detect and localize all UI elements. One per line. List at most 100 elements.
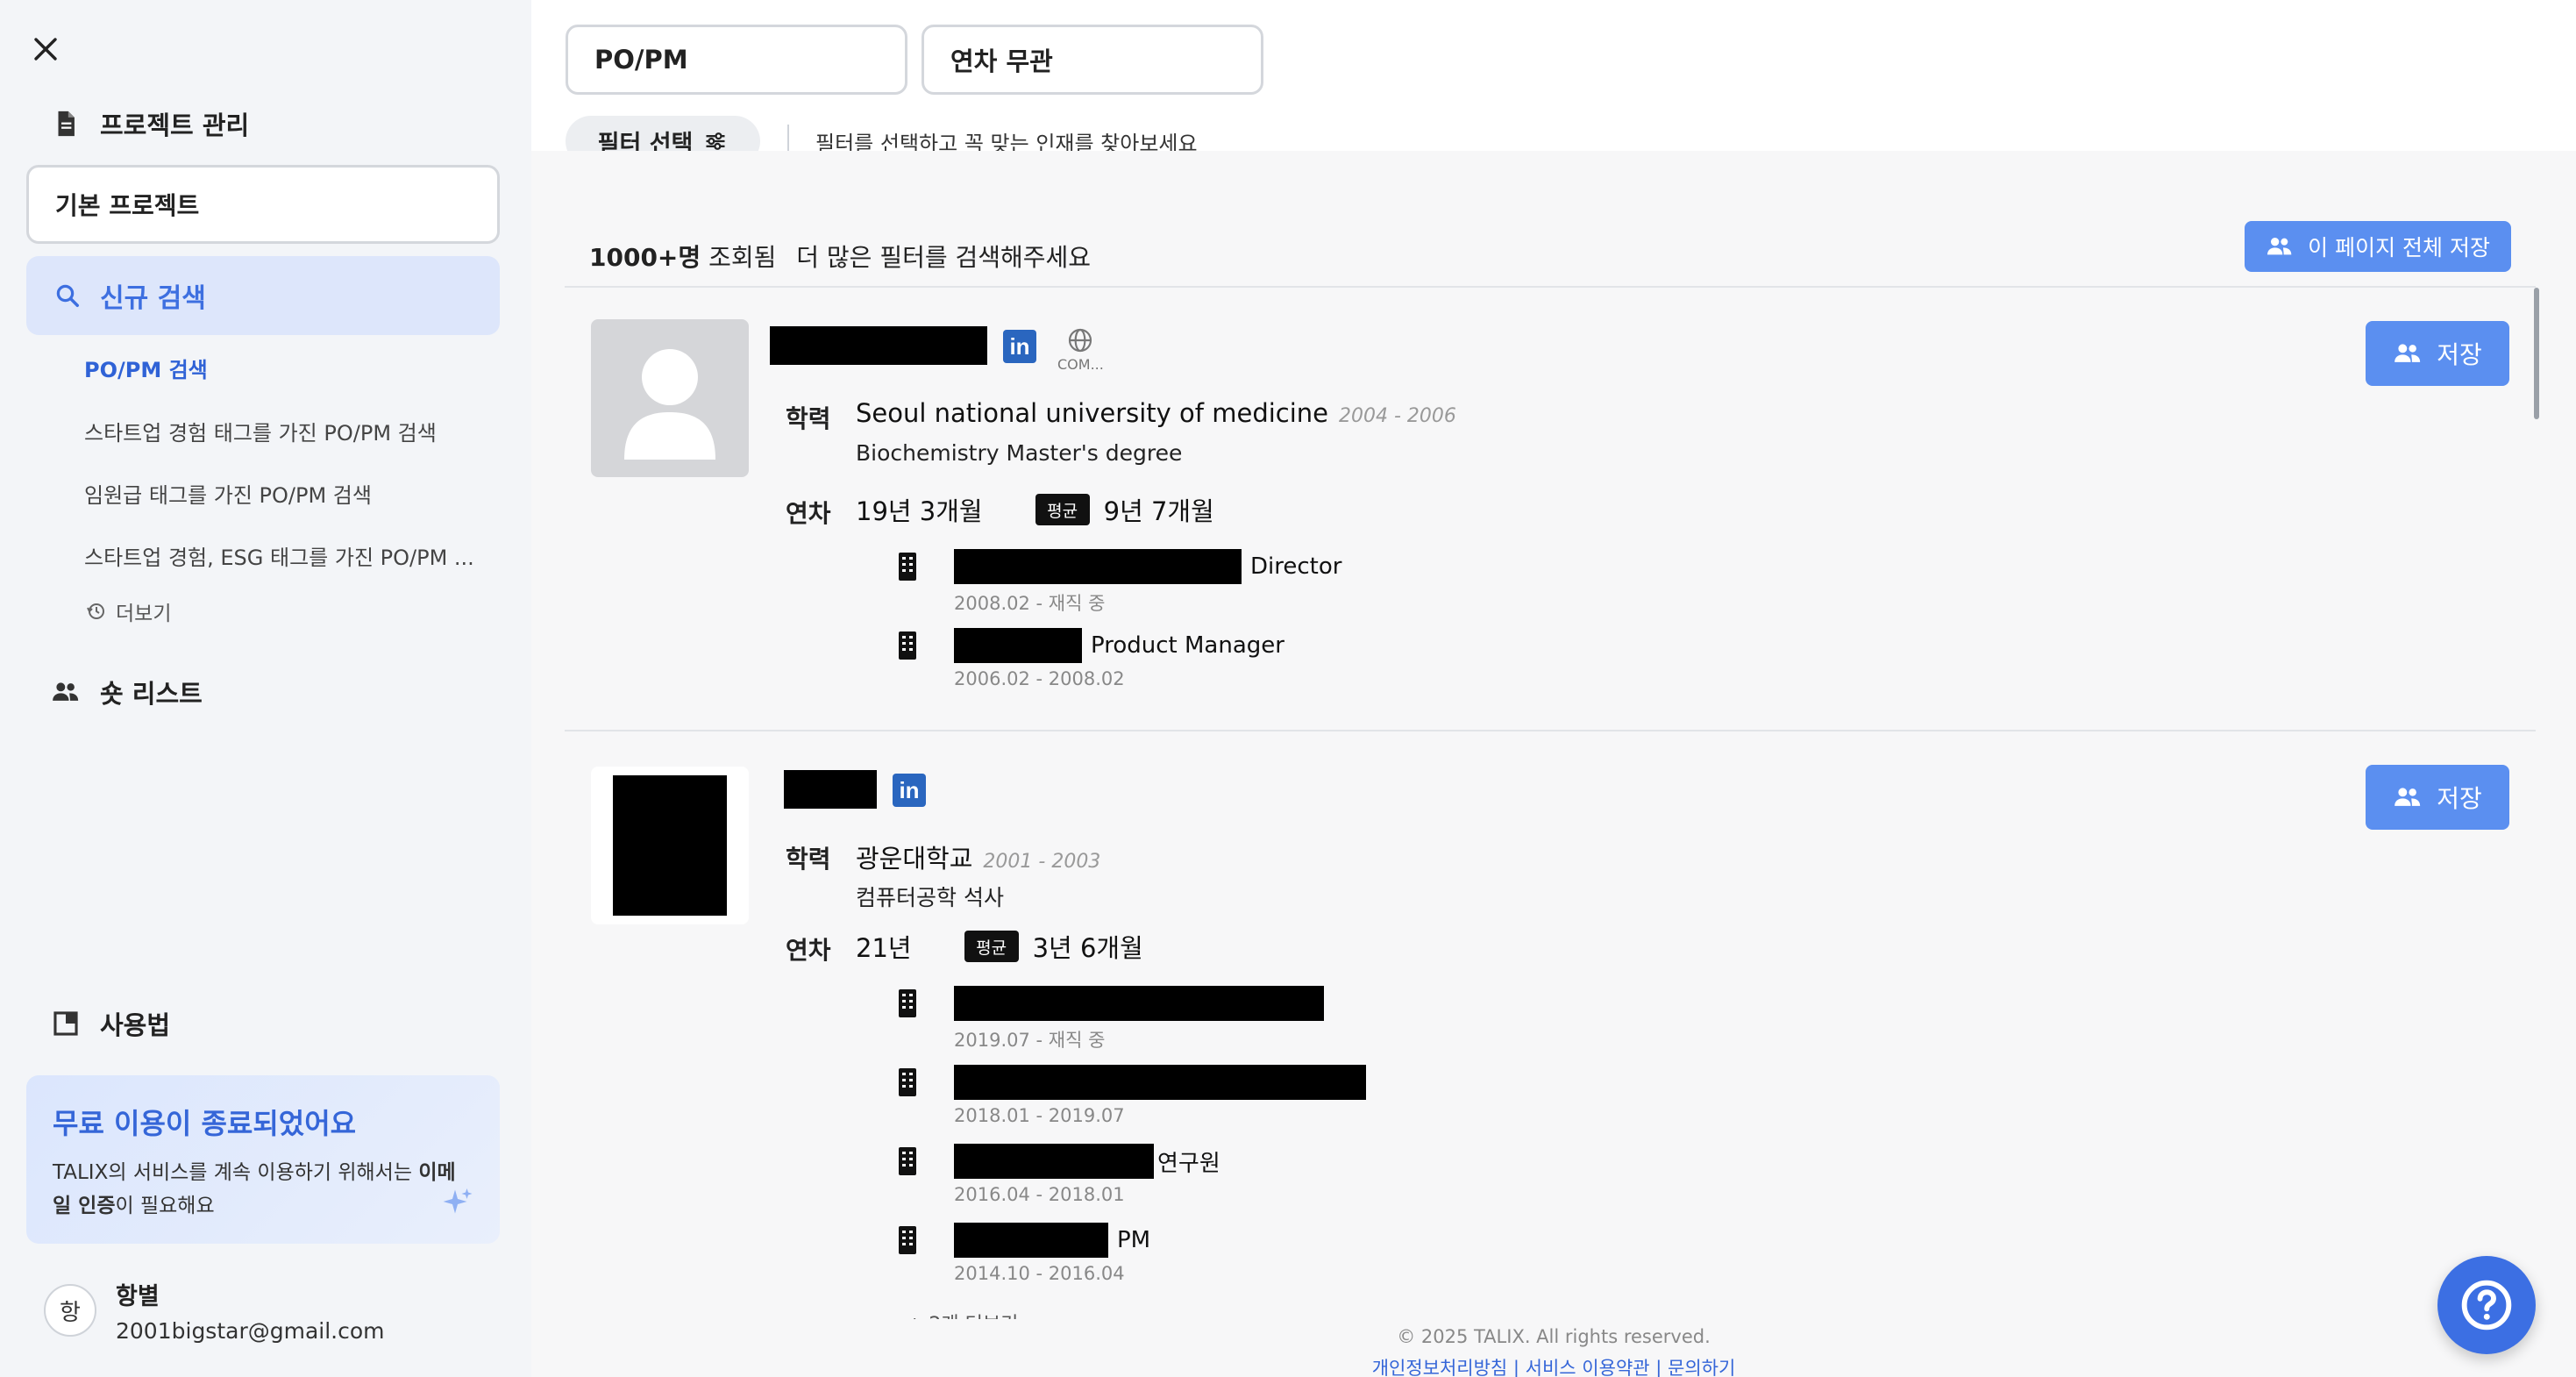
linkedin-icon[interactable]: in — [1003, 330, 1036, 363]
project-selector[interactable]: 기본 프로젝트 — [26, 165, 500, 244]
profile-placeholder-image — [591, 319, 749, 477]
building-icon — [899, 1068, 916, 1096]
education-school: 광운대학교 2001 - 2003 — [856, 844, 1101, 874]
divider — [787, 125, 789, 154]
average-tenure: 3년 6개월 — [1032, 933, 1143, 963]
job-period: 2018.01 - 2019.07 — [954, 1105, 1125, 1126]
avatar: 항 — [44, 1284, 96, 1337]
candidate-name-row: in — [784, 770, 926, 809]
job-entry: Director 2008.02 - 재직 중 — [898, 549, 1341, 616]
candidate-card[interactable]: in 학력 광운대학교 2001 - 2003 컴퓨터공학 석사 연차 21년 평… — [565, 733, 2536, 1319]
redacted-company — [954, 549, 1242, 584]
scrollbar-thumb[interactable] — [2534, 288, 2539, 419]
job-title: Director — [1250, 553, 1342, 580]
sidebar: 프로젝트 관리 기본 프로젝트 신규 검색 PO/PM 검색 스타트업 경험 태… — [0, 0, 531, 1377]
footer: © 2025 TALIX. All rights reserved. 개인정보처… — [531, 1326, 2576, 1377]
career-label: 연차 — [786, 936, 831, 965]
search-history-item[interactable]: PO/PM 검색 — [84, 353, 487, 383]
job-entry: 2019.07 - 재직 중 — [898, 986, 1324, 1052]
results-hint: 더 많은 필터를 검색해주세요 — [796, 243, 1092, 272]
results-summary: 1000+명 조회됨 더 많은 필터를 검색해주세요 — [589, 239, 1091, 274]
new-search-button[interactable]: 신규 검색 — [26, 256, 500, 335]
results-area: 1000+명 조회됨 더 많은 필터를 검색해주세요 이 페이지 전체 저장 i… — [531, 151, 2576, 1377]
more-label: 더보기 — [116, 603, 172, 625]
building-icon — [899, 631, 916, 660]
guide-header[interactable]: 사용법 — [51, 1005, 170, 1042]
profile-image — [591, 767, 749, 924]
search-icon — [56, 284, 79, 307]
promo-title: 무료 이용이 종료되었어요 — [53, 1107, 357, 1140]
search-history-item[interactable]: 스타트업 경험 태그를 가진 PO/PM 검색 — [84, 416, 487, 446]
book-icon — [53, 1011, 78, 1036]
footer-links[interactable]: 개인정보처리방침 | 서비스 이용약관 | 문의하기 — [531, 1354, 2576, 1377]
help-button[interactable] — [2437, 1256, 2536, 1354]
building-icon — [899, 1147, 916, 1175]
more-history-button[interactable]: 더보기 — [86, 596, 171, 626]
document-icon — [58, 111, 75, 137]
copyright: © 2025 TALIX. All rights reserved. — [1397, 1326, 1711, 1347]
shortlist-header[interactable]: 숏 리스트 — [51, 674, 203, 710]
user-email: 2001bigstar@gmail.com — [116, 1318, 385, 1344]
promo-banner[interactable]: 무료 이용이 종료되었어요 TALIX의 서비스를 계속 이용하기 위해서는 이… — [26, 1075, 500, 1244]
close-icon[interactable] — [26, 30, 65, 68]
average-tenure: 9년 7개월 — [1103, 496, 1214, 526]
job-title: 연구원 — [1157, 1150, 1220, 1177]
career-label: 연차 — [786, 499, 831, 528]
education-years: 2001 - 2003 — [983, 851, 1101, 873]
candidate-card[interactable]: in COM... 학력 Seoul national university o… — [565, 288, 2536, 731]
linkedin-icon[interactable]: in — [893, 774, 926, 807]
shortlist-label: 숏 리스트 — [100, 679, 203, 709]
redacted-company — [954, 986, 1324, 1021]
job-period: 2006.02 - 2008.02 — [954, 668, 1125, 689]
building-icon — [899, 1226, 916, 1254]
building-icon — [899, 553, 916, 581]
career-total: 21년 평균 3년 6개월 — [856, 928, 1143, 965]
more-jobs-link[interactable]: + 2개 더보기 — [907, 1309, 1018, 1319]
education-degree: Biochemistry Master's degree — [856, 440, 1183, 466]
history-icon — [87, 603, 104, 619]
education-years: 2004 - 2006 — [1339, 405, 1456, 427]
new-search-label: 신규 검색 — [100, 283, 206, 314]
redacted-company — [954, 1144, 1154, 1179]
candidate-list: in COM... 학력 Seoul national university o… — [565, 286, 2536, 1319]
average-badge: 평균 — [964, 931, 1019, 962]
search-history-item[interactable]: 스타트업 경험, ESG 태그를 가진 PO/PM ... — [84, 540, 487, 571]
user-name: 항별 — [116, 1283, 160, 1310]
globe-icon — [1069, 328, 1092, 353]
redacted-name — [784, 770, 877, 809]
career-total: 19년 3개월 평균 9년 7개월 — [856, 491, 1214, 528]
education-school: Seoul national university of medicine 200… — [856, 398, 1456, 428]
website-link[interactable]: COM... — [1057, 326, 1104, 373]
save-all-label: 이 페이지 전체 저장 — [2308, 235, 2490, 260]
people-icon — [2395, 788, 2421, 806]
sliders-icon — [706, 132, 725, 150]
redacted-company — [954, 628, 1082, 663]
promo-description: TALIX의 서비스를 계속 이용하기 위해서는 이메일 인증이 필요해요 — [53, 1161, 456, 1217]
job-entry: Product Manager 2006.02 - 2008.02 — [898, 628, 1284, 689]
education-label: 학력 — [786, 845, 831, 874]
redacted-name — [770, 326, 987, 365]
save-label: 저장 — [2437, 784, 2482, 813]
experience-filter-input[interactable]: 연차 무관 — [922, 25, 1263, 95]
redacted-company — [954, 1065, 1366, 1100]
people-icon — [2267, 238, 2292, 255]
save-candidate-button[interactable]: 저장 — [2366, 765, 2509, 830]
question-icon — [2461, 1280, 2512, 1331]
job-period: 2016.04 - 2018.01 — [954, 1184, 1125, 1205]
results-count: 1000+명 — [589, 243, 701, 272]
search-history-item[interactable]: 임원급 태그를 가진 PO/PM 검색 — [84, 478, 487, 509]
save-candidate-button[interactable]: 저장 — [2366, 321, 2509, 386]
save-label: 저장 — [2437, 340, 2482, 369]
education-label: 학력 — [786, 404, 831, 433]
job-entry: PM 2014.10 - 2016.04 — [898, 1223, 1150, 1284]
project-manage-header[interactable]: 프로젝트 관리 — [51, 105, 249, 142]
job-entry: 2018.01 - 2019.07 — [898, 1065, 1366, 1126]
user-profile[interactable]: 항 항별 2001bigstar@gmail.com — [44, 1277, 385, 1344]
save-all-button[interactable]: 이 페이지 전체 저장 — [2245, 221, 2511, 272]
project-manage-label: 프로젝트 관리 — [100, 111, 250, 140]
job-title: Product Manager — [1091, 632, 1284, 659]
role-filter-input[interactable]: PO/PM — [566, 25, 907, 95]
candidate-name-row: in COM... — [770, 326, 1104, 373]
people-icon — [2395, 344, 2421, 362]
building-icon — [899, 989, 916, 1017]
